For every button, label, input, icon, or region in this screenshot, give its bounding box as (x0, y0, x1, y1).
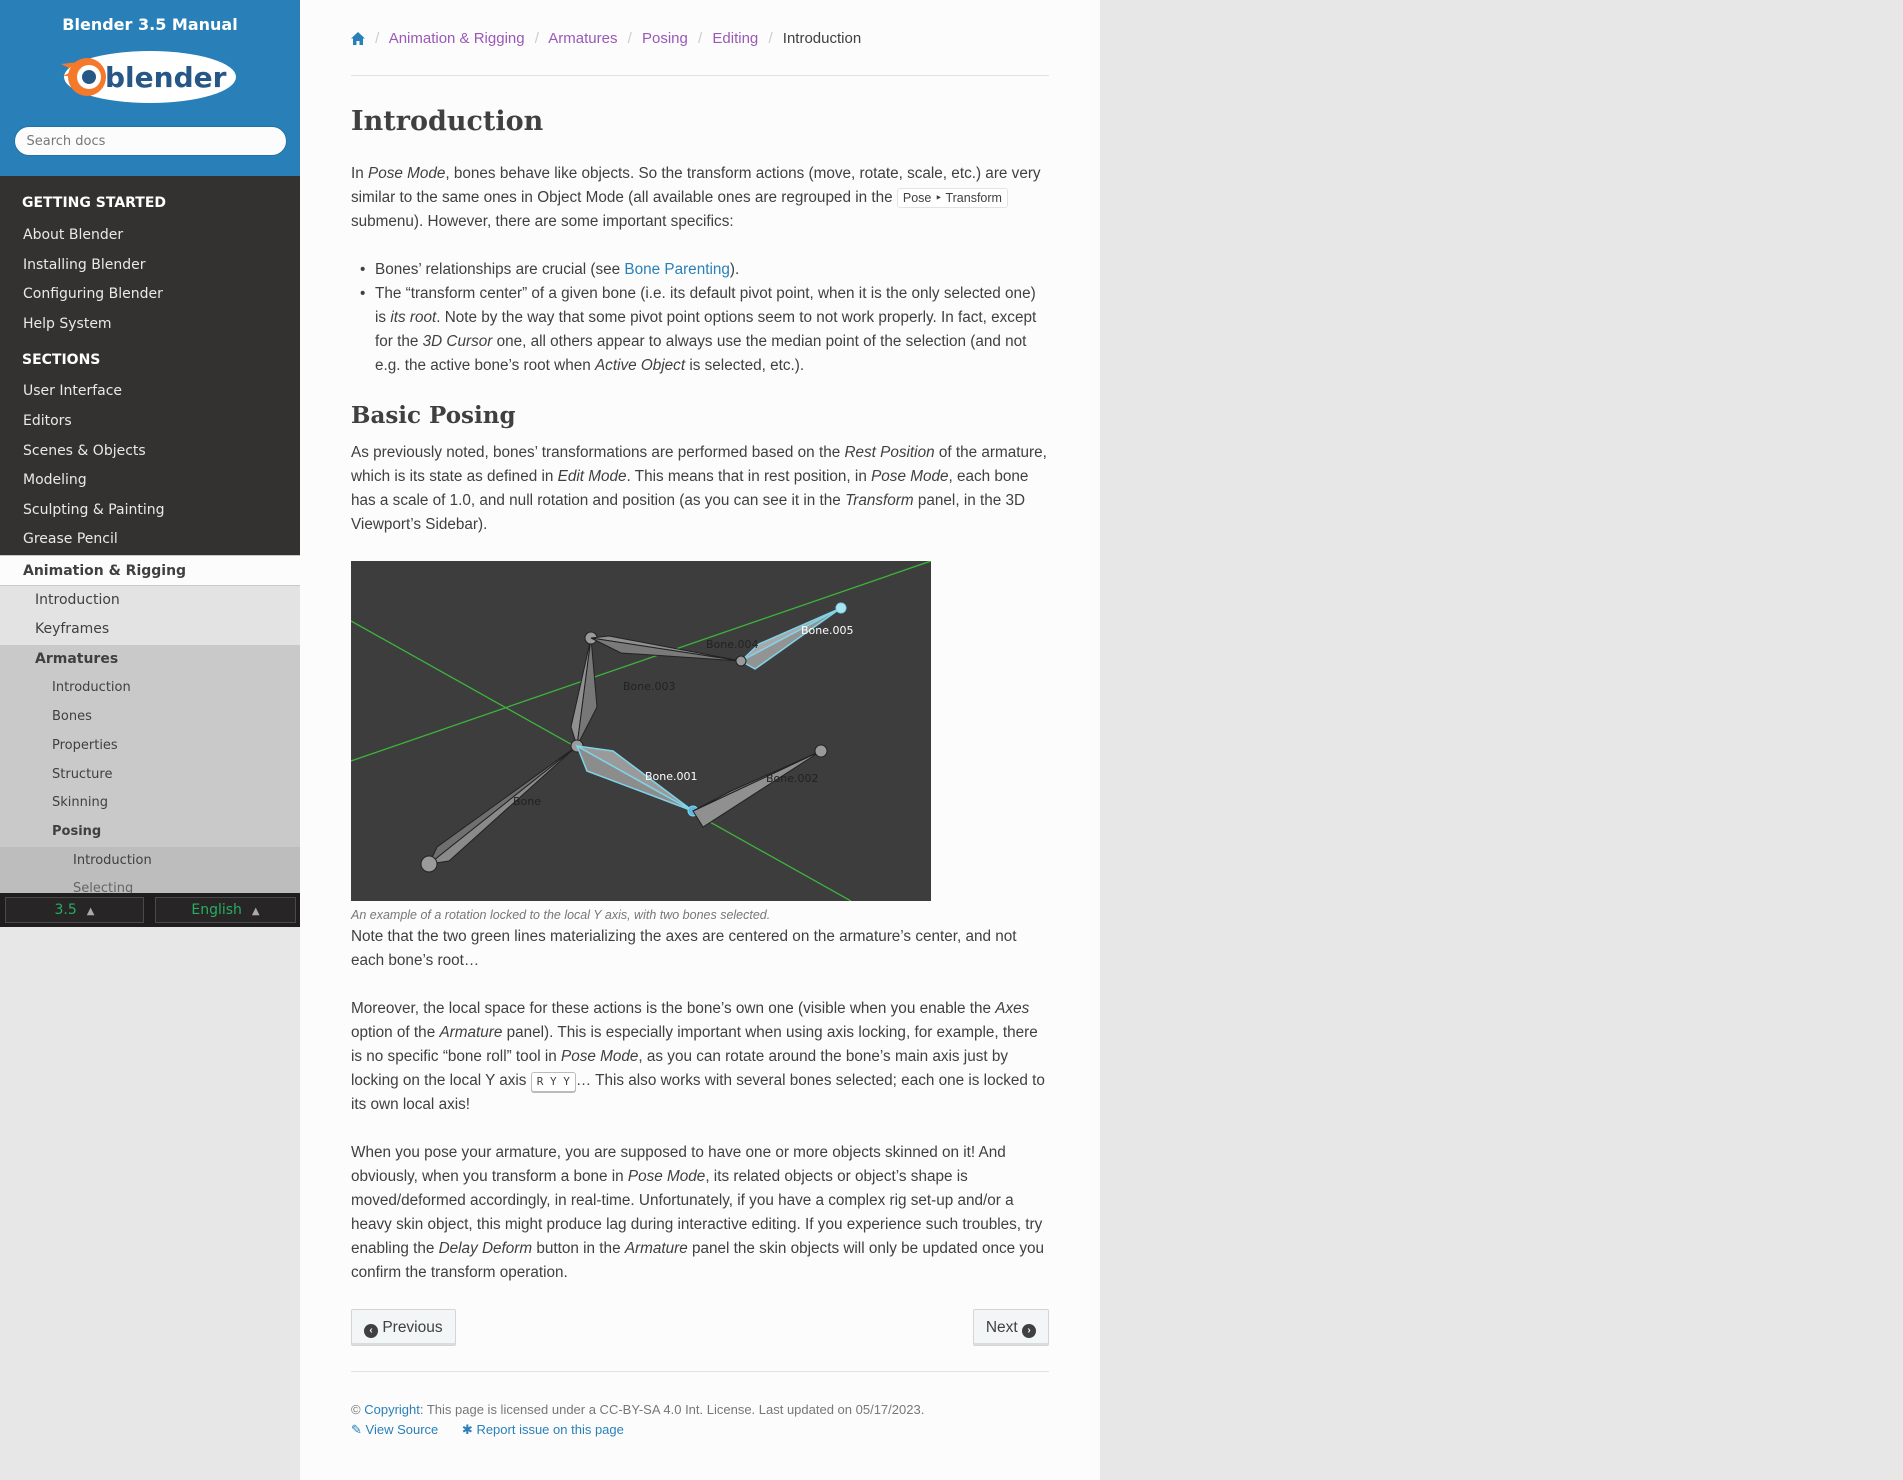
main-content: / Animation & Rigging / Armatures / Posi… (300, 0, 1100, 1480)
language-button[interactable]: English ▲ (155, 897, 296, 923)
bone-joint (420, 855, 438, 873)
breadcrumb-editing[interactable]: Editing (712, 30, 758, 47)
breadcrumb-current: Introduction (782, 30, 862, 47)
next-button[interactable]: Next › (972, 1309, 1049, 1346)
nav-properties[interactable]: Properties (0, 731, 300, 761)
nav-animation-rigging[interactable]: Animation & Rigging (0, 554, 300, 586)
breadcrumb-separator: / (627, 30, 632, 47)
armature-viewport-image: Bone.005 Bone.004 Bone.003 Bone.001 Bone… (351, 561, 931, 901)
menu-selection: Pose ‣ Transform (896, 188, 1008, 208)
footer: © Copyright: This page is licensed under… (351, 1402, 925, 1437)
language-label: English (191, 902, 242, 918)
sidebar: Blender 3.5 Manual blender GETTING START… (0, 0, 300, 927)
page-navigation: ‹ Previous Next › (351, 1309, 1049, 1347)
caret-up-icon: ▲ (251, 906, 260, 917)
license-text: : This page is licensed under a CC-BY-SA… (419, 1402, 925, 1417)
home-icon[interactable] (351, 32, 365, 49)
list-item: The “transform center” of a given bone (… (360, 282, 1049, 378)
caret-up-icon: ▲ (86, 906, 95, 917)
page-title: Introduction (351, 106, 544, 137)
footer-divider (351, 1371, 1049, 1372)
bone-joint (735, 655, 747, 667)
nav-scenes-objects[interactable]: Scenes & Objects (0, 437, 300, 467)
nav-armatures[interactable]: Armatures (0, 644, 300, 675)
skinning-paragraph: When you pose your armature, you are sup… (351, 1144, 1045, 1281)
nav-editors[interactable]: Editors (0, 407, 300, 437)
nav-keyframes[interactable]: Keyframes (0, 615, 300, 645)
bone-label: Bone.004 (706, 638, 759, 651)
svg-text:blender: blender (105, 61, 227, 94)
list-item: Bones’ relationships are crucial (see Bo… (360, 258, 1049, 282)
caption-getting-started: GETTING STARTED (22, 195, 167, 211)
nav-installing-blender[interactable]: Installing Blender (0, 251, 300, 281)
basic-posing-paragraph: As previously noted, bones’ transformati… (351, 444, 1047, 533)
breadcrumb-armatures[interactable]: Armatures (548, 30, 617, 47)
breadcrumb: / Animation & Rigging / Armatures / Posi… (351, 0, 1049, 76)
sidebar-header: Blender 3.5 Manual blender (0, 0, 300, 176)
intro-paragraph: In Pose Mode, bones behave like objects.… (351, 165, 1041, 230)
nav-posing-introduction[interactable]: Introduction (0, 846, 300, 875)
armature-figure[interactable]: Bone.005 Bone.004 Bone.003 Bone.001 Bone… (351, 561, 931, 901)
view-source-link[interactable]: ✎ View Source (351, 1422, 438, 1437)
figure-caption: An example of a rotation locked to the l… (351, 908, 771, 922)
blender-logo[interactable]: blender (59, 46, 241, 108)
nav-help-system[interactable]: Help System (0, 310, 300, 340)
search-form (13, 126, 287, 156)
nav-user-interface[interactable]: User Interface (0, 377, 300, 407)
bone-parenting-link[interactable]: Bone Parenting (624, 261, 729, 278)
section-heading-basic-posing: Basic Posing (351, 402, 516, 429)
nav-configuring-blender[interactable]: Configuring Blender (0, 280, 300, 310)
version-switcher: 3.5 ▲ English ▲ (0, 893, 300, 927)
nav-structure[interactable]: Structure (0, 760, 300, 790)
breadcrumb-posing[interactable]: Posing (642, 30, 688, 47)
arrow-circle-right-icon: › (1022, 1324, 1036, 1338)
nav-sculpting-painting[interactable]: Sculpting & Painting (0, 496, 300, 526)
search-input[interactable] (13, 126, 287, 156)
nav-armatures-introduction[interactable]: Introduction (0, 674, 300, 704)
nav-skinning[interactable]: Skinning (0, 789, 300, 818)
bone-label: Bone.003 (623, 680, 676, 693)
axes-note-paragraph: Note that the two green lines materializ… (351, 928, 1017, 969)
caption-sections: SECTIONS (22, 352, 101, 369)
version-button[interactable]: 3.5 ▲ (5, 897, 144, 923)
bone-joint (835, 602, 847, 614)
bone-label: Bone.002 (766, 772, 819, 785)
nav-bones[interactable]: Bones (0, 703, 300, 732)
specifics-list: Bones’ relationships are crucial (see Bo… (351, 258, 1049, 378)
bone-label: Bone.005 (801, 624, 854, 637)
breadcrumb-separator: / (534, 30, 539, 47)
nav-anim-introduction[interactable]: Introduction (0, 585, 300, 616)
site-title[interactable]: Blender 3.5 Manual (0, 15, 300, 34)
breadcrumb-separator: / (698, 30, 703, 47)
keyboard-shortcut: R Y Y (530, 1072, 576, 1092)
arrow-circle-left-icon: ‹ (364, 1324, 378, 1338)
nav-grease-pencil[interactable]: Grease Pencil (0, 525, 300, 555)
bug-icon: ✱ (461, 1422, 473, 1437)
previous-button[interactable]: ‹ Previous (351, 1309, 456, 1346)
sections-list: User Interface Editors Scenes & Objects … (0, 377, 300, 903)
bone-joint (814, 744, 828, 758)
edit-icon: ✎ (351, 1422, 362, 1437)
version-label: 3.5 (54, 902, 77, 918)
nav-about-blender[interactable]: About Blender (0, 221, 300, 251)
breadcrumb-separator: / (768, 30, 773, 47)
breadcrumb-separator: / (375, 30, 380, 47)
breadcrumb-animation-rigging[interactable]: Animation & Rigging (389, 30, 525, 47)
bone-label: Bone (513, 795, 541, 808)
nav-modeling[interactable]: Modeling (0, 466, 300, 496)
copyright-link[interactable]: Copyright (364, 1402, 420, 1417)
nav-posing[interactable]: Posing (0, 817, 300, 847)
local-space-paragraph: Moreover, the local space for these acti… (351, 1000, 1045, 1113)
report-issue-link[interactable]: ✱ Report issue on this page (462, 1422, 624, 1437)
bone-label: Bone.001 (645, 770, 698, 783)
getting-started-list: About Blender Installing Blender Configu… (0, 221, 300, 339)
